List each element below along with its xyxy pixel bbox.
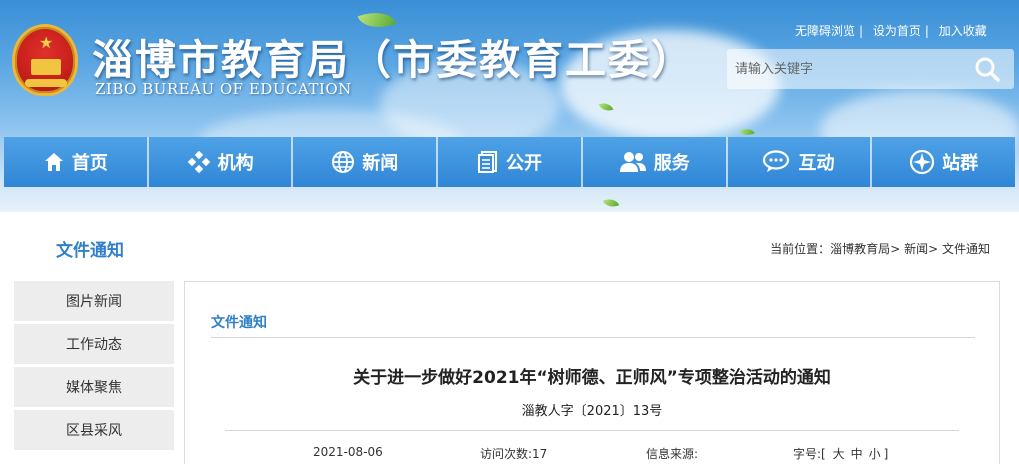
breadcrumb: 当前位置：淄博教育局> 新闻> 文件通知 (770, 240, 990, 257)
nav-label: 互动 (798, 153, 835, 174)
breadcrumb-prefix: 当前位置： (770, 242, 831, 256)
nav-label: 首页 (71, 153, 108, 174)
font-size-medium[interactable]: 中 (851, 447, 863, 461)
article-panel: 文件通知 关于进一步做好2021年“树师德、正师风”专项整治活动的通知 淄教人字… (184, 281, 1000, 464)
site-subtitle: ZIBO BUREAU OF EDUCATION (95, 80, 352, 98)
breadcrumb-item[interactable]: 文件通知 (942, 242, 990, 256)
nav-service[interactable]: 服务 (583, 137, 728, 187)
add-favorite-link[interactable]: 加入收藏 (939, 24, 987, 38)
breadcrumb-item[interactable]: 淄博教育局 (830, 242, 890, 256)
article-category: 文件通知 (211, 315, 267, 331)
national-emblem-logo: ★ (12, 24, 78, 96)
nav-label: 服务 (653, 153, 690, 174)
document-number: 淄教人字〔2021〕13号 (521, 404, 663, 419)
main-nav: 首页 机构 新闻 公开 服务 互动 站群 (4, 137, 1015, 187)
breadcrumb-item[interactable]: 新闻 (904, 242, 928, 256)
sidebar-menu: 图片新闻 工作动态 媒体聚焦 区县采风 (14, 281, 174, 453)
font-size-control: 字号:[ 大中小] (793, 445, 888, 462)
nav-label: 机构 (217, 153, 254, 174)
view-count: 访问次数:17 (480, 447, 548, 461)
search-input[interactable] (735, 57, 955, 81)
sidebar-item-media-focus[interactable]: 媒体聚焦 (14, 367, 174, 407)
font-size-small[interactable]: 小 (869, 447, 881, 461)
users-icon (619, 152, 646, 172)
breadcrumb-separator: > (928, 242, 939, 256)
article-title: 关于进一步做好2021年“树师德、正师风”专项整治活动的通知 (353, 368, 831, 388)
sites-icon (910, 149, 935, 175)
font-size-bracket: ] (883, 447, 889, 461)
sidebar-item-work-updates[interactable]: 工作动态 (14, 324, 174, 364)
document-icon (478, 151, 498, 173)
site-title: 淄博市教育局（市委教育工委） (92, 36, 694, 84)
breadcrumb-separator: > (890, 242, 901, 256)
sidebar-item-district-reports[interactable]: 区县采风 (14, 410, 174, 450)
font-size-label: 字号: (793, 447, 822, 461)
sidebar-title: 文件通知 (56, 241, 124, 261)
nav-organization[interactable]: 机构 (149, 137, 294, 187)
search-icon[interactable] (974, 56, 1000, 82)
sidebar-item-picture-news[interactable]: 图片新闻 (14, 281, 174, 321)
font-size-large[interactable]: 大 (833, 447, 845, 461)
leaf-decoration (602, 195, 620, 211)
nav-site-group[interactable]: 站群 (872, 137, 1015, 187)
divider (211, 337, 975, 338)
nav-interaction[interactable]: 互动 (728, 137, 873, 187)
nav-news[interactable]: 新闻 (293, 137, 439, 187)
publish-date: 2021-08-06 (313, 445, 383, 459)
nav-label: 公开 (506, 153, 543, 174)
search-box (727, 49, 1014, 89)
divider (225, 430, 959, 431)
nav-home[interactable]: 首页 (4, 137, 149, 187)
globe-icon (332, 151, 355, 173)
chat-icon (763, 150, 790, 172)
main-area: 文件通知 当前位置：淄博教育局> 新闻> 文件通知 图片新闻 工作动态 媒体聚焦… (4, 212, 1015, 464)
nav-public[interactable]: 公开 (438, 137, 583, 187)
grid-icon (187, 151, 210, 173)
top-links: 无障碍浏览 | 设为首页 | 加入收藏 (795, 24, 987, 38)
accessibility-link[interactable]: 无障碍浏览 (795, 24, 855, 38)
nav-label: 站群 (942, 153, 979, 174)
home-icon (44, 153, 63, 171)
set-homepage-link[interactable]: 设为首页 (873, 24, 921, 38)
font-size-bracket: [ (821, 447, 826, 461)
nav-label: 新闻 (362, 153, 399, 174)
info-source: 信息来源: (646, 447, 699, 461)
